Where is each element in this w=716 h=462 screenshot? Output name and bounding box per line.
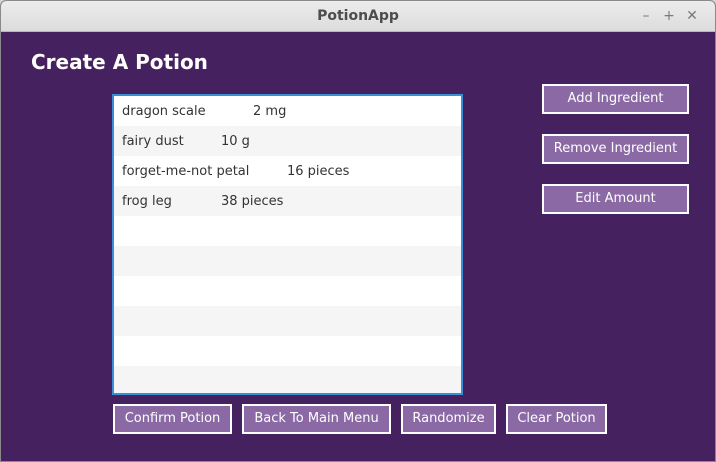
list-item[interactable]: dragon scale 2 mg	[114, 96, 461, 126]
ingredient-amount: 16 pieces	[287, 164, 350, 179]
list-item[interactable]: fairy dust 10 g	[114, 126, 461, 156]
edit-amount-button[interactable]: Edit Amount	[542, 184, 689, 214]
ingredient-amount: 2 mg	[253, 104, 287, 119]
confirm-potion-button[interactable]: Confirm Potion	[113, 404, 232, 434]
back-to-main-menu-button[interactable]: Back To Main Menu	[242, 404, 391, 434]
window-title: PotionApp	[317, 8, 399, 24]
ingredient-list[interactable]: dragon scale 2 mg fairy dust 10 g forget…	[112, 94, 463, 395]
app-window: PotionApp – + ✕ Create A Potion dragon s…	[0, 0, 716, 462]
ingredient-name: dragon scale	[122, 104, 206, 119]
ingredient-name: forget-me-not petal	[122, 164, 250, 179]
list-item[interactable]: frog leg 38 pieces	[114, 186, 461, 216]
main-panel: Create A Potion dragon scale 2 mg fairy …	[1, 32, 715, 461]
empty-list-row[interactable]	[114, 336, 461, 366]
ingredient-amount: 38 pieces	[221, 194, 284, 209]
page-title: Create A Potion	[31, 50, 208, 74]
clear-potion-button[interactable]: Clear Potion	[506, 404, 607, 434]
empty-list-row[interactable]	[114, 246, 461, 276]
ingredient-amount: 10 g	[221, 134, 250, 149]
minimize-icon[interactable]: –	[637, 7, 655, 25]
add-ingredient-button[interactable]: Add Ingredient	[542, 84, 689, 114]
close-icon[interactable]: ✕	[683, 7, 701, 25]
empty-list-row[interactable]	[114, 366, 461, 393]
ingredient-name: fairy dust	[122, 134, 184, 149]
empty-list-row[interactable]	[114, 216, 461, 246]
randomize-button[interactable]: Randomize	[401, 404, 496, 434]
ingredient-name: frog leg	[122, 194, 172, 209]
maximize-icon[interactable]: +	[660, 7, 678, 25]
empty-list-row[interactable]	[114, 306, 461, 336]
list-item[interactable]: forget-me-not petal 16 pieces	[114, 156, 461, 186]
empty-list-row[interactable]	[114, 276, 461, 306]
remove-ingredient-button[interactable]: Remove Ingredient	[542, 134, 689, 164]
title-bar[interactable]: PotionApp – + ✕	[1, 1, 715, 32]
